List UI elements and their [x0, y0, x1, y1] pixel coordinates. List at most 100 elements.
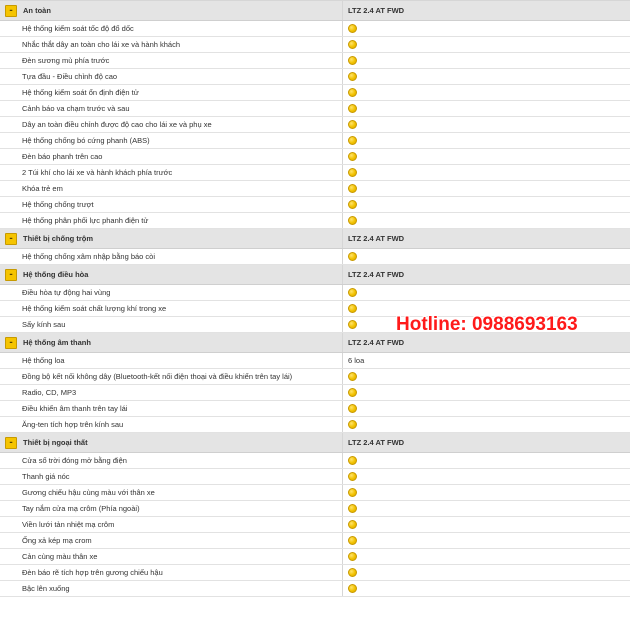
- spec-label: Đèn sương mù phía trước: [0, 53, 343, 68]
- spec-row: Radio, CD, MP3: [0, 385, 630, 401]
- column-label: LTZ 2.4 AT FWD: [348, 6, 405, 15]
- available-dot-icon: [348, 252, 357, 261]
- section-title-cell: - Thiết bị chống trộm: [0, 229, 343, 248]
- spec-label: Hệ thống chống trượt: [0, 197, 343, 212]
- spec-value-cell: [343, 469, 630, 484]
- spec-table: - An toàn LTZ 2.4 AT FWD Hệ thống kiểm soát…: [0, 0, 630, 597]
- available-dot-icon: [348, 120, 357, 129]
- spec-label: Hệ thống chống xâm nhập bằng báo còi: [0, 249, 343, 264]
- available-dot-icon: [348, 388, 357, 397]
- spec-value-cell: [343, 385, 630, 400]
- available-dot-icon: [348, 24, 357, 33]
- spec-label: Thanh giá nóc: [0, 469, 343, 484]
- spec-row: Thanh giá nóc: [0, 469, 630, 485]
- spec-label: Cản cùng màu thân xe: [0, 549, 343, 564]
- section-header[interactable]: - Thiết bị chống trộm LTZ 2.4 AT FWD: [0, 229, 630, 249]
- spec-label: Dây an toàn điều chỉnh được độ cao cho l…: [0, 117, 343, 132]
- section-title: Hệ thống điều hòa: [23, 270, 89, 279]
- spec-label: Tay nắm cửa mạ crôm (Phía ngoài): [0, 501, 343, 516]
- spec-value-cell: [343, 453, 630, 468]
- available-dot-icon: [348, 200, 357, 209]
- available-dot-icon: [348, 152, 357, 161]
- spec-value-cell: [343, 417, 630, 432]
- spec-row: Hệ thống chống bó cứng phanh (ABS): [0, 133, 630, 149]
- available-dot-icon: [348, 568, 357, 577]
- spec-value-cell: [343, 53, 630, 68]
- column-label: LTZ 2.4 AT FWD: [348, 270, 405, 279]
- spec-row: Hệ thống chống xâm nhập bằng báo còi: [0, 249, 630, 265]
- column-label: LTZ 2.4 AT FWD: [348, 234, 405, 243]
- spec-value-cell: [343, 133, 630, 148]
- spec-value-cell: [343, 181, 630, 196]
- spec-value-cell: 6 loa: [343, 353, 630, 368]
- spec-row: 2 Túi khí cho lái xe và hành khách phía …: [0, 165, 630, 181]
- spec-value-cell: [343, 533, 630, 548]
- available-dot-icon: [348, 320, 357, 329]
- available-dot-icon: [348, 372, 357, 381]
- spec-value-cell: [343, 213, 630, 228]
- spec-row: Hệ thống kiểm soát tốc độ đổ dốc: [0, 21, 630, 37]
- available-dot-icon: [348, 216, 357, 225]
- spec-label: Hệ thống kiểm soát tốc độ đổ dốc: [0, 21, 343, 36]
- spec-label: Hệ thống kiểm soát ổn định điện tử: [0, 85, 343, 100]
- section-header[interactable]: - Hệ thống âm thanh LTZ 2.4 AT FWD: [0, 333, 630, 353]
- available-dot-icon: [348, 504, 357, 513]
- section-header[interactable]: - Thiết bị ngoại thất LTZ 2.4 AT FWD: [0, 433, 630, 453]
- available-dot-icon: [348, 404, 357, 413]
- section-header[interactable]: - An toàn LTZ 2.4 AT FWD: [0, 1, 630, 21]
- collapse-toggle-icon[interactable]: -: [5, 336, 17, 349]
- section-title: Hệ thống âm thanh: [23, 338, 91, 347]
- collapse-toggle-icon[interactable]: -: [5, 4, 17, 17]
- available-dot-icon: [348, 536, 357, 545]
- spec-row: Điều hòa tự động hai vùng: [0, 285, 630, 301]
- spec-label: Điều khiển âm thanh trên tay lái: [0, 401, 343, 416]
- spec-row: Ăng-ten tích hợp trên kính sau: [0, 417, 630, 433]
- spec-value-cell: [343, 21, 630, 36]
- spec-value-cell: [343, 117, 630, 132]
- spec-row: Dây an toàn điều chỉnh được độ cao cho l…: [0, 117, 630, 133]
- available-dot-icon: [348, 520, 357, 529]
- spec-value-cell: [343, 369, 630, 384]
- spec-label: Hệ thống phân phối lực phanh điện tử: [0, 213, 343, 228]
- spec-value-cell: [343, 517, 630, 532]
- spec-value-cell: [343, 149, 630, 164]
- spec-value-cell: [343, 565, 630, 580]
- available-dot-icon: [348, 184, 357, 193]
- spec-row: Đồng bộ kết nối không dây (Bluetooth-kết…: [0, 369, 630, 385]
- available-dot-icon: [348, 72, 357, 81]
- spec-label: Nhắc thắt dây an toàn cho lái xe và hành…: [0, 37, 343, 52]
- available-dot-icon: [348, 104, 357, 113]
- available-dot-icon: [348, 552, 357, 561]
- collapse-toggle-icon[interactable]: -: [5, 268, 17, 281]
- spec-label: Hệ thống chống bó cứng phanh (ABS): [0, 133, 343, 148]
- spec-label: Điều hòa tự động hai vùng: [0, 285, 343, 300]
- spec-row: Hệ thống phân phối lực phanh điện tử: [0, 213, 630, 229]
- section-title: Thiết bị chống trộm: [23, 234, 93, 243]
- spec-value-cell: [343, 549, 630, 564]
- spec-label: Radio, CD, MP3: [0, 385, 343, 400]
- spec-row: Đèn báo phanh trên cao: [0, 149, 630, 165]
- available-dot-icon: [348, 288, 357, 297]
- spec-value-cell: [343, 401, 630, 416]
- spec-value: 6 loa: [348, 356, 365, 365]
- spec-label: Đèn báo phanh trên cao: [0, 149, 343, 164]
- spec-row: Đèn báo rẽ tích hợp trên gương chiếu hậu: [0, 565, 630, 581]
- section-title-cell: - Hệ thống điều hòa: [0, 265, 343, 284]
- collapse-toggle-icon[interactable]: -: [5, 436, 17, 449]
- spec-value-cell: [343, 37, 630, 52]
- spec-row: Điều khiển âm thanh trên tay lái: [0, 401, 630, 417]
- collapse-toggle-icon[interactable]: -: [5, 232, 17, 245]
- section-header[interactable]: - Hệ thống điều hòa LTZ 2.4 AT FWD: [0, 265, 630, 285]
- available-dot-icon: [348, 56, 357, 65]
- spec-label: Ống xả kép mạ crom: [0, 533, 343, 548]
- spec-value-cell: [343, 101, 630, 116]
- spec-row: Tay nắm cửa mạ crôm (Phía ngoài): [0, 501, 630, 517]
- spec-value-cell: [343, 69, 630, 84]
- spec-value-cell: [343, 285, 630, 300]
- available-dot-icon: [348, 456, 357, 465]
- spec-value-cell: [343, 485, 630, 500]
- section-title-cell: - Thiết bị ngoại thất: [0, 433, 343, 452]
- spec-value-cell: [343, 165, 630, 180]
- available-dot-icon: [348, 136, 357, 145]
- spec-label: Đèn báo rẽ tích hợp trên gương chiếu hậu: [0, 565, 343, 580]
